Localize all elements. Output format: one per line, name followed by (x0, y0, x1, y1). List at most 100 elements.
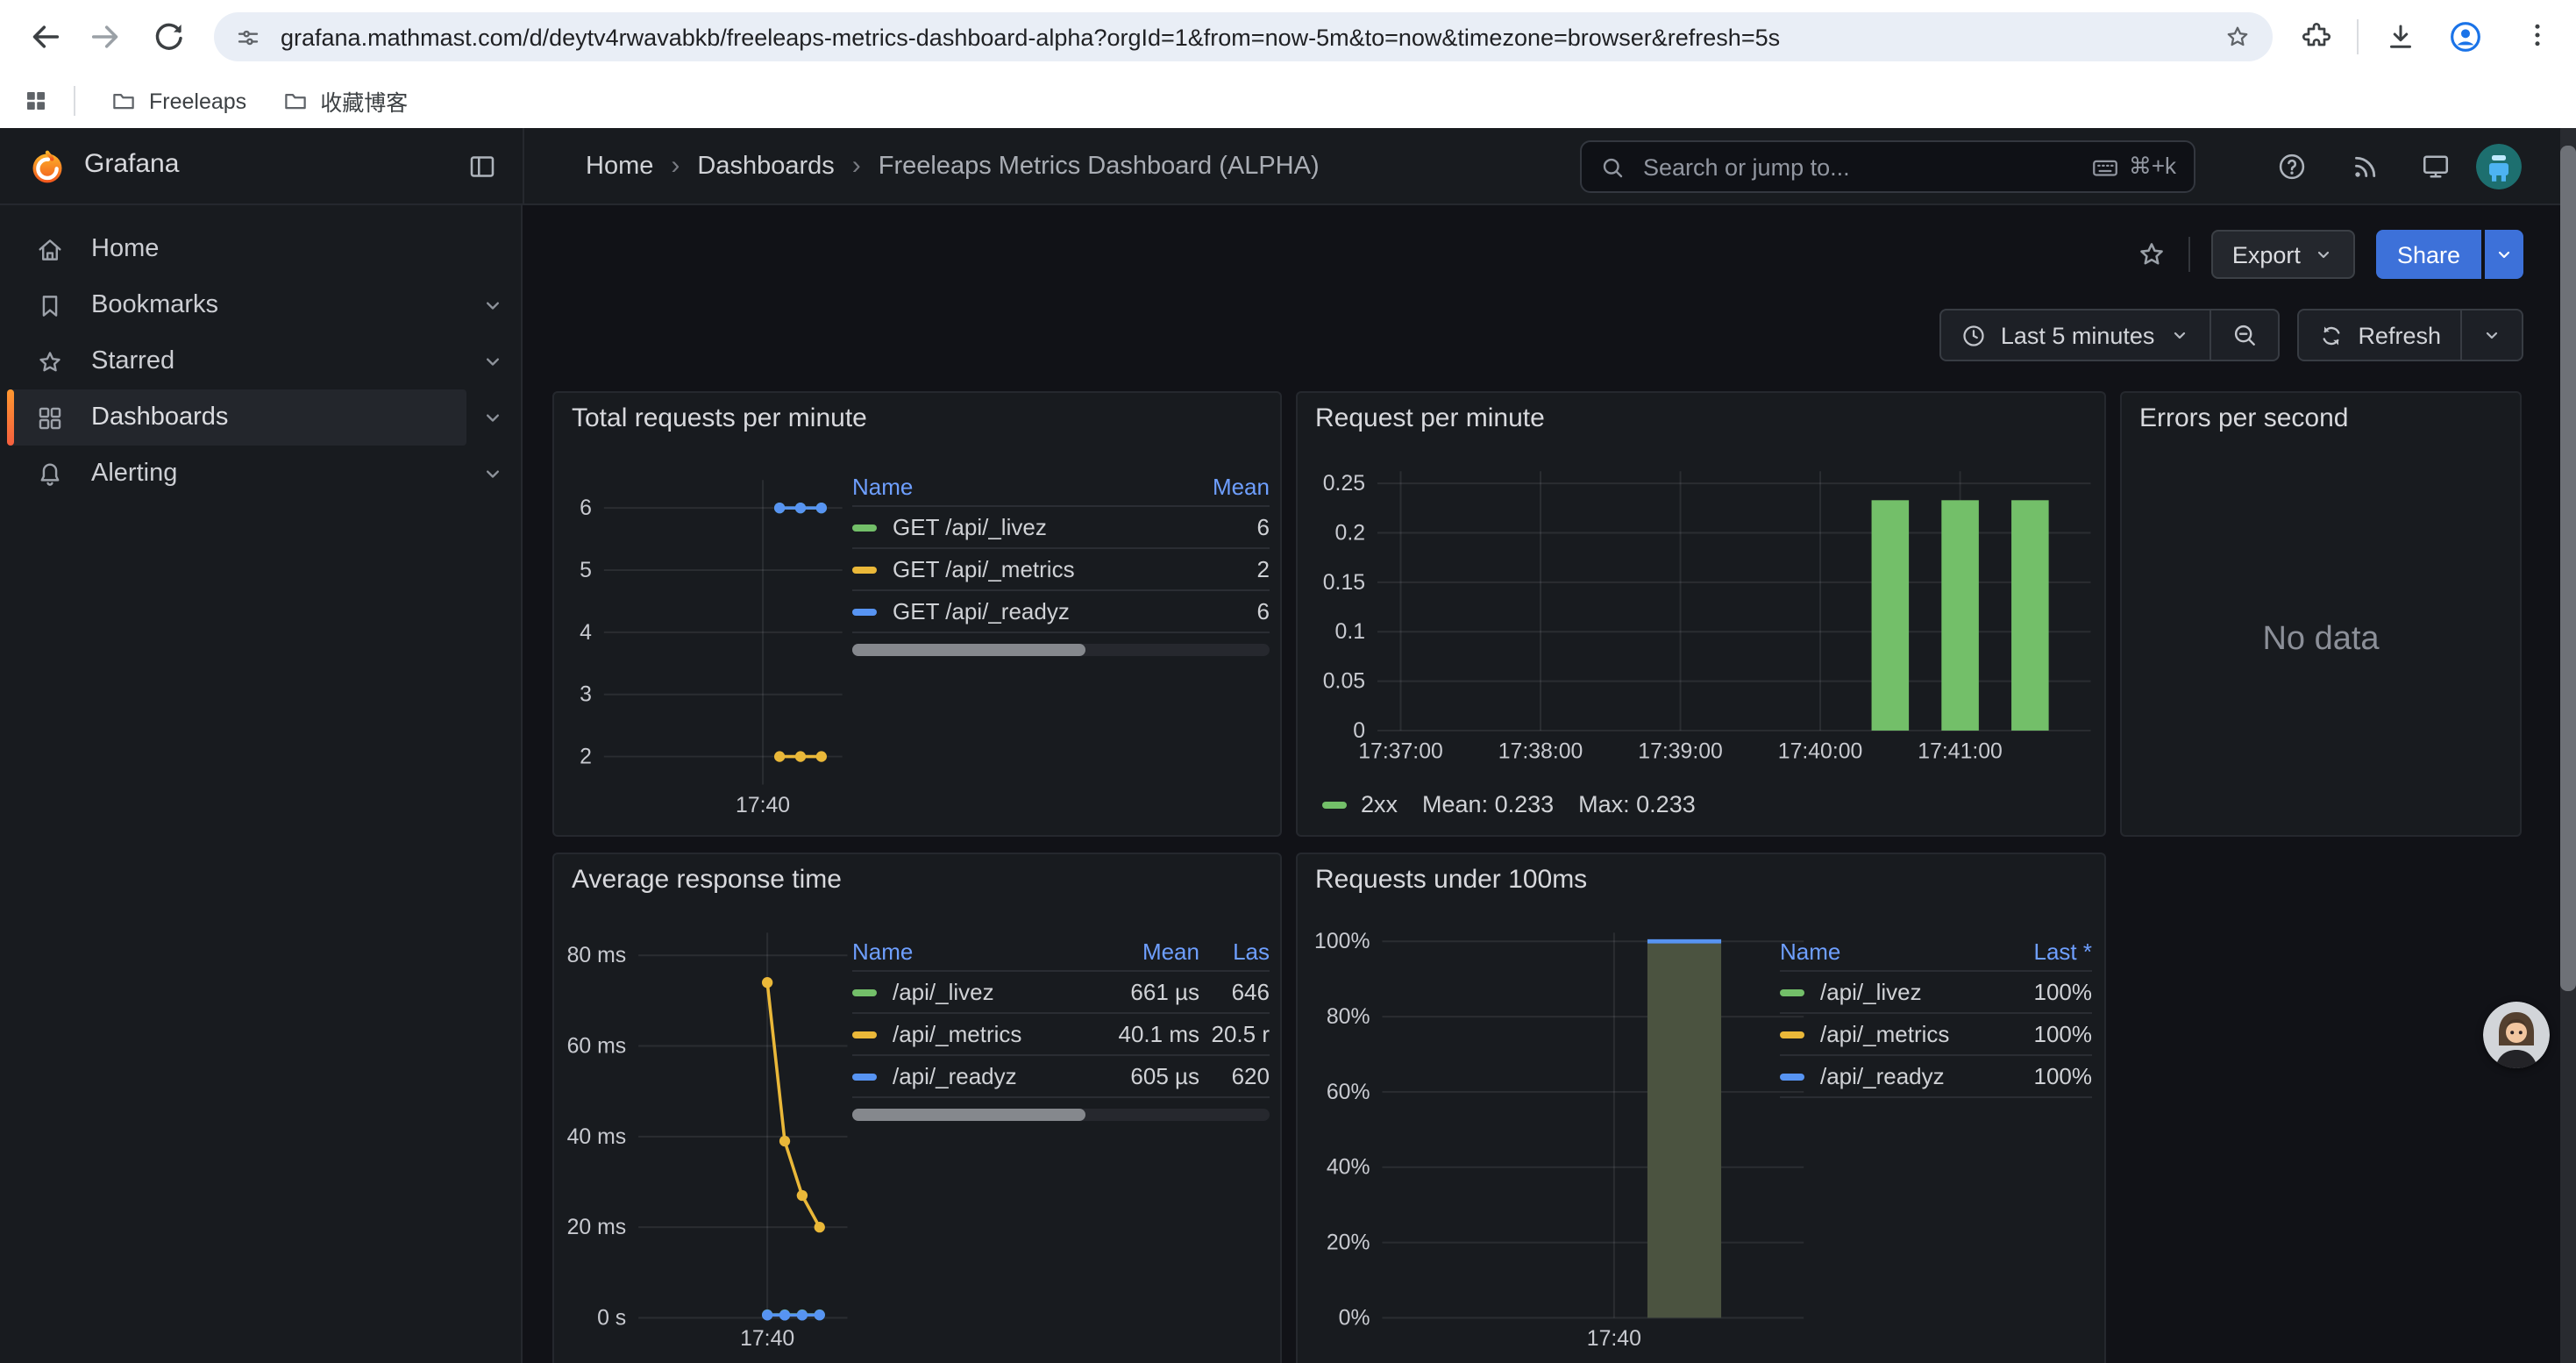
table-row[interactable]: GET /api/_readyz6 (852, 591, 1270, 633)
table-scrollbar-thumb[interactable] (852, 1109, 1086, 1121)
bookmark-item[interactable]: 收藏博客 (281, 84, 408, 118)
search-box[interactable]: ⌘+k (1580, 140, 2195, 193)
column-header[interactable]: Las (1199, 938, 1270, 964)
table-row[interactable]: /api/_readyz100% (1780, 1056, 2092, 1098)
table-scrollbar[interactable] (852, 1109, 1270, 1121)
series-swatch (1780, 1031, 1804, 1038)
search-input[interactable] (1640, 152, 2076, 182)
svg-text:17:40: 17:40 (736, 794, 790, 817)
dock-menu-icon[interactable] (466, 151, 498, 182)
time-controls: Last 5 minutes (1939, 309, 2523, 361)
grafana-app: Grafana Home›Dashboards›Freeleaps Metric… (0, 128, 2576, 1363)
zoom-out-icon (2230, 321, 2258, 349)
sidebar-item-starred[interactable]: Starred (7, 333, 466, 389)
panel-total-requests[interactable]: Total requests per minute 6543217:40 Nam… (552, 391, 1282, 837)
news-rss-icon[interactable] (2350, 151, 2381, 182)
table-scrollbar[interactable] (852, 644, 1270, 656)
export-button[interactable]: Export (2211, 230, 2355, 279)
url-bar[interactable] (214, 12, 2273, 61)
chevron-down-icon[interactable] (480, 293, 505, 318)
sidebar-item-label: Alerting (91, 460, 177, 488)
share-menu-button[interactable] (2485, 230, 2523, 279)
column-header[interactable]: Mean (1091, 938, 1199, 964)
svg-text:80%: 80% (1327, 1005, 1370, 1029)
extensions-icon[interactable] (2301, 21, 2332, 53)
brand-label[interactable]: Grafana (84, 149, 179, 179)
sidebar-item-label: Starred (91, 347, 174, 375)
monitor-icon[interactable] (2420, 151, 2451, 182)
breadcrumb-item[interactable]: Home (586, 152, 653, 180)
sidebar-item-bookmarks[interactable]: Bookmarks (7, 277, 466, 333)
column-header[interactable]: Name (1780, 938, 2001, 964)
table-row[interactable]: GET /api/_livez6 (852, 507, 1270, 549)
table-row[interactable]: /api/_livez100% (1780, 972, 2092, 1014)
dashboards-icon (35, 403, 65, 432)
legend[interactable]: 2xx Mean: 0.233 Max: 0.233 (1322, 791, 1696, 817)
bookmark-item[interactable]: Freeleaps (110, 88, 246, 114)
floating-assistant-avatar[interactable] (2483, 1002, 2550, 1068)
svg-text:5: 5 (580, 559, 592, 582)
refresh-interval-button[interactable] (2460, 310, 2522, 360)
panel-requests-under-100ms[interactable]: Requests under 100ms 100%80%60%40%20%0%1… (1296, 853, 2106, 1363)
profile-icon[interactable] (2448, 19, 2483, 54)
series-swatch (852, 524, 877, 531)
chevron-down-icon[interactable] (480, 405, 505, 430)
svg-text:0.25: 0.25 (1323, 472, 1365, 496)
apps-grid-icon[interactable] (23, 88, 49, 114)
svg-text:0%: 0% (1339, 1306, 1370, 1330)
reload-icon[interactable] (151, 19, 186, 54)
svg-text:60 ms: 60 ms (567, 1034, 627, 1058)
refresh-button[interactable]: Refresh (2298, 310, 2460, 360)
favorite-star-icon[interactable] (2136, 239, 2167, 270)
browser-menu-icon[interactable] (2522, 19, 2553, 51)
sidebar-item-dashboards[interactable]: Dashboards (7, 389, 466, 446)
page-scrollbar[interactable] (2560, 128, 2576, 1363)
chevron-down-icon[interactable] (480, 349, 505, 374)
column-header[interactable]: Name (852, 473, 1182, 499)
average-response-legend-table: NameMeanLas/api/_livez661 µs646/api/_met… (852, 931, 1270, 1121)
sidebar-item-alerting[interactable]: Alerting (7, 446, 466, 502)
panel-title[interactable]: Errors per second (2139, 403, 2348, 433)
table-row[interactable]: /api/_readyz605 µs620 (852, 1056, 1270, 1098)
table-row[interactable]: /api/_metrics100% (1780, 1014, 2092, 1056)
zoom-out-button[interactable] (2209, 310, 2277, 360)
share-button[interactable]: Share (2376, 230, 2481, 279)
table-row[interactable]: GET /api/_metrics2 (852, 549, 1270, 591)
panel-average-response-time[interactable]: Average response time 80 ms60 ms40 ms20 … (552, 853, 1282, 1363)
sidebar-item-label: Home (91, 235, 159, 263)
chevron-down-icon[interactable] (480, 461, 505, 486)
panel-request-per-minute[interactable]: Request per minute 0.250.20.150.10.05017… (1296, 391, 2106, 837)
column-header[interactable]: Mean (1182, 473, 1270, 499)
chevron-down-icon (2494, 244, 2515, 265)
back-icon[interactable] (28, 19, 63, 54)
requests-under-100ms-chart: 100%80%60%40%20%0%17:40 (1298, 854, 2104, 1363)
legend-series-name[interactable]: 2xx (1361, 791, 1398, 817)
column-header[interactable]: Name (852, 938, 1091, 964)
breadcrumb-item[interactable]: Dashboards (697, 152, 834, 180)
chevron-down-icon (2313, 244, 2334, 265)
time-range-picker[interactable]: Last 5 minutes (1941, 310, 2210, 360)
scrollbar-thumb[interactable] (2560, 146, 2576, 991)
request-per-minute-chart: 0.250.20.150.10.05017:37:0017:38:0017:39… (1298, 393, 2104, 835)
user-avatar[interactable] (2476, 144, 2522, 189)
table-scrollbar-thumb[interactable] (852, 644, 1086, 656)
table-row[interactable]: /api/_livez661 µs646 (852, 972, 1270, 1014)
url-input[interactable] (277, 22, 2224, 52)
site-settings-icon[interactable] (235, 24, 261, 50)
panel-errors-per-second[interactable]: Errors per second No data (2120, 391, 2522, 837)
grafana-logo-icon[interactable] (28, 147, 67, 186)
sidebar-item-home[interactable]: Home (7, 221, 466, 277)
breadcrumb-separator: › (671, 151, 680, 181)
forward-icon[interactable] (88, 19, 123, 54)
column-header[interactable]: Last * (2001, 938, 2092, 964)
breadcrumb-item[interactable]: Freeleaps Metrics Dashboard (ALPHA) (879, 152, 1320, 180)
sidebar-item-label: Dashboards (91, 403, 228, 432)
table-row[interactable]: /api/_metrics40.1 ms20.5 r (852, 1014, 1270, 1056)
help-icon[interactable] (2276, 151, 2308, 182)
svg-text:80 ms: 80 ms (567, 944, 627, 967)
clock-icon (1960, 322, 1987, 348)
download-icon[interactable] (2385, 21, 2416, 53)
bookmark-star-icon[interactable] (2224, 23, 2252, 51)
svg-text:20%: 20% (1327, 1231, 1370, 1255)
svg-text:40 ms: 40 ms (567, 1125, 627, 1149)
